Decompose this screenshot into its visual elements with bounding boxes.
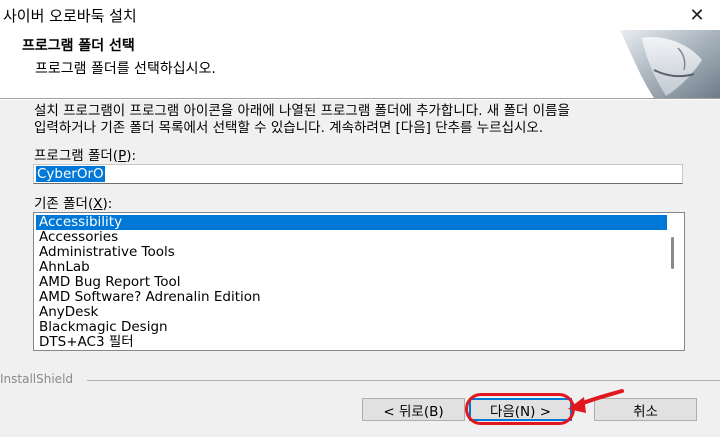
back-button[interactable]: < 뒤로(B) — [362, 398, 465, 421]
window-title: 사이버 오로바둑 설치 — [3, 7, 137, 25]
header-panel: 프로그램 폴더 선택 프로그램 폴더를 선택하십시오. — [0, 30, 720, 98]
existing-folders-label: 기존 폴더(X): — [34, 196, 113, 212]
description-line-2: 입력하거나 기존 폴더 목록에서 선택할 수 있습니다. 계속하려면 [다음] … — [34, 120, 544, 136]
installshield-brand: InstallShield — [0, 372, 74, 386]
scrollbar-thumb[interactable] — [671, 237, 674, 269]
installer-graphic-icon — [594, 30, 720, 98]
description-line-1: 설치 프로그램이 프로그램 아이콘을 아래에 나열된 프로그램 폴더에 추가합니… — [34, 103, 570, 119]
page-title: 프로그램 폴더 선택 — [22, 38, 135, 54]
description-text: 설치 프로그램이 프로그램 아이콘을 아래에 나열된 프로그램 폴더에 추가합니… — [34, 103, 570, 137]
existing-folders-list[interactable]: Accessibility Accessories Administrative… — [33, 212, 685, 351]
list-item[interactable]: Accessibility — [36, 215, 667, 230]
highlight-ellipse-annotation — [465, 393, 575, 425]
list-item[interactable]: Accessories — [36, 230, 667, 245]
program-folder-value: CyberOrO — [36, 166, 105, 182]
list-item[interactable]: DTS+AC3 필터 — [36, 335, 667, 350]
header-separator — [0, 98, 720, 100]
list-item[interactable]: AMD Software? Adrenalin Edition — [36, 290, 667, 305]
list-item[interactable]: Blackmagic Design — [36, 320, 667, 335]
title-bar: 사이버 오로바둑 설치 ✕ — [0, 0, 720, 30]
list-item[interactable]: AhnLab — [36, 260, 667, 275]
red-arrow-annotation-icon — [568, 389, 624, 413]
list-item[interactable]: AMD Bug Report Tool — [36, 275, 667, 290]
page-subtitle: 프로그램 폴더를 선택하십시오. — [35, 61, 216, 77]
list-item[interactable]: AnyDesk — [36, 305, 667, 320]
program-folder-input[interactable]: CyberOrO — [33, 164, 683, 184]
list-item[interactable]: Administrative Tools — [36, 245, 667, 260]
footer-separator — [87, 380, 720, 381]
program-folder-label: 프로그램 폴더(P): — [34, 148, 137, 164]
close-icon[interactable]: ✕ — [674, 0, 720, 30]
